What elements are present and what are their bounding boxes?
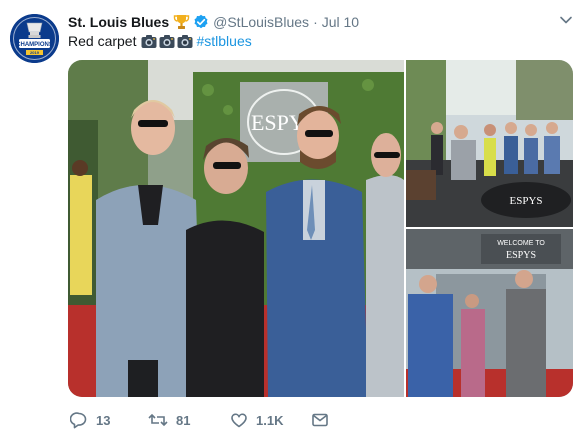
avatar[interactable]: CHAMPIONS 2019 [10, 14, 59, 63]
tweet-header: St. Louis Blues @StLouisBlues · Jul 10 [68, 12, 359, 32]
lounge-photo[interactable]: ESPYS [406, 60, 573, 227]
camera-icon [177, 34, 193, 48]
champions-year-text: 2019 [30, 50, 40, 55]
tweet-date[interactable]: Jul 10 [322, 14, 359, 30]
entrance-photo[interactable]: WELCOME TO ESPYS [406, 229, 573, 397]
reply-icon [70, 412, 87, 429]
trophy-icon [173, 14, 190, 30]
like-icon [231, 413, 247, 428]
welcome-sign-logo: ESPYS [506, 250, 536, 261]
reply-count: 13 [96, 412, 111, 428]
espys-lounge-floor-logo: ESPYS [509, 195, 542, 207]
tweet-body-text: Red carpet [68, 33, 137, 49]
like-button[interactable]: 1.1K [230, 409, 283, 431]
camera-icon [141, 34, 157, 48]
reply-button[interactable]: 13 [70, 409, 110, 431]
welcome-sign: WELCOME TO [497, 240, 545, 247]
header-separator: · [313, 14, 318, 30]
tweet-media-grid: ESPYS ESPYS WELCOME TO ESPYS [68, 60, 573, 397]
verified-badge-icon [193, 14, 209, 30]
user-handle[interactable]: @StLouisBlues [213, 14, 309, 30]
tweet-text: Red carpet #stlblues [68, 32, 252, 50]
hashtag-link[interactable]: #stlblues [196, 32, 251, 50]
retweet-icon [148, 413, 168, 427]
display-name[interactable]: St. Louis Blues [68, 14, 169, 30]
chevron-down-icon[interactable] [558, 12, 574, 28]
red-carpet-photo[interactable]: ESPYS [68, 60, 404, 397]
retweet-count: 81 [176, 412, 191, 428]
direct-message-icon [312, 413, 328, 427]
direct-message-button[interactable] [311, 409, 337, 431]
champions-logo: CHAMPIONS 2019 [10, 14, 59, 63]
champions-badge-text: CHAMPIONS [16, 42, 53, 48]
tweet-actions: 13 81 1.1K [68, 409, 408, 431]
retweet-button[interactable]: 81 [148, 409, 190, 431]
camera-icon [159, 34, 175, 48]
like-count: 1.1K [256, 412, 284, 428]
